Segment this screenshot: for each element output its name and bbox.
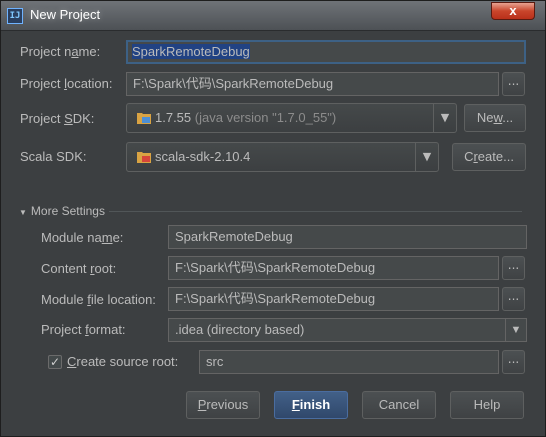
folder-java-icon bbox=[137, 113, 151, 124]
create-source-root-label: Create source root: bbox=[67, 354, 179, 369]
create-scala-sdk-button[interactable]: Create... bbox=[452, 143, 526, 171]
new-project-dialog: IJ New Project x Project name: SparkRemo… bbox=[0, 0, 546, 437]
cancel-button[interactable]: Cancel bbox=[362, 391, 436, 419]
dialog-content: Project name: SparkRemoteDebug Project l… bbox=[6, 31, 540, 431]
project-name-label: Project name: bbox=[20, 44, 101, 59]
content-root-label: Content root: bbox=[41, 261, 117, 276]
close-button[interactable]: x bbox=[491, 2, 535, 20]
project-format-label: Project format: bbox=[41, 322, 126, 337]
content-root-browse-button[interactable]: ... bbox=[502, 256, 525, 280]
window-title: New Project bbox=[30, 7, 101, 22]
module-file-location-input[interactable]: F:\Spark\代码\SparkRemoteDebug bbox=[168, 287, 499, 311]
intellij-app-icon: IJ bbox=[7, 8, 23, 24]
project-location-browse-button[interactable]: ... bbox=[502, 72, 525, 96]
source-root-input[interactable]: src bbox=[199, 350, 499, 374]
chevron-down-icon[interactable]: ▼ bbox=[415, 143, 438, 171]
new-sdk-button[interactable]: New... bbox=[464, 104, 526, 132]
folder-scala-icon bbox=[137, 152, 151, 163]
module-file-location-browse-button[interactable]: ... bbox=[502, 287, 525, 311]
create-source-root-checkbox[interactable]: ✓ bbox=[48, 355, 62, 369]
chevron-down-icon[interactable]: ▼ bbox=[433, 104, 456, 132]
scala-sdk-label: Scala SDK: bbox=[20, 149, 87, 164]
module-name-input[interactable]: SparkRemoteDebug bbox=[168, 225, 527, 249]
finish-button[interactable]: Finish bbox=[274, 391, 348, 419]
scala-sdk-dropdown[interactable]: scala-sdk-2.10.4 ▼ bbox=[126, 142, 439, 172]
module-name-label: Module name: bbox=[41, 230, 124, 245]
project-sdk-dropdown[interactable]: 1.7.55 (java version "1.7.0_55") ▼ bbox=[126, 103, 457, 133]
scala-sdk-value: scala-sdk-2.10.4 bbox=[155, 149, 251, 164]
content-root-input[interactable]: F:\Spark\代码\SparkRemoteDebug bbox=[168, 256, 499, 280]
triangle-down-icon: ▼ bbox=[19, 208, 27, 217]
module-file-location-label: Module file location: bbox=[41, 292, 156, 307]
project-name-input[interactable]: SparkRemoteDebug bbox=[126, 40, 526, 64]
project-location-label: Project location: bbox=[20, 76, 113, 91]
project-sdk-label: Project SDK: bbox=[20, 111, 95, 126]
source-root-browse-button[interactable]: ... bbox=[502, 350, 525, 374]
project-sdk-value: 1.7.55 (java version "1.7.0_55") bbox=[155, 110, 337, 125]
help-button[interactable]: Help bbox=[450, 391, 524, 419]
section-divider bbox=[109, 211, 522, 212]
project-format-dropdown[interactable]: .idea (directory based) ▼ bbox=[168, 318, 527, 342]
chevron-down-icon[interactable]: ▼ bbox=[505, 319, 526, 341]
more-settings-toggle[interactable]: ▼ More Settings bbox=[19, 204, 105, 218]
previous-button[interactable]: Previous bbox=[186, 391, 260, 419]
project-location-input[interactable]: F:\Spark\代码\SparkRemoteDebug bbox=[126, 72, 499, 96]
title-bar[interactable]: IJ New Project x bbox=[1, 1, 545, 31]
